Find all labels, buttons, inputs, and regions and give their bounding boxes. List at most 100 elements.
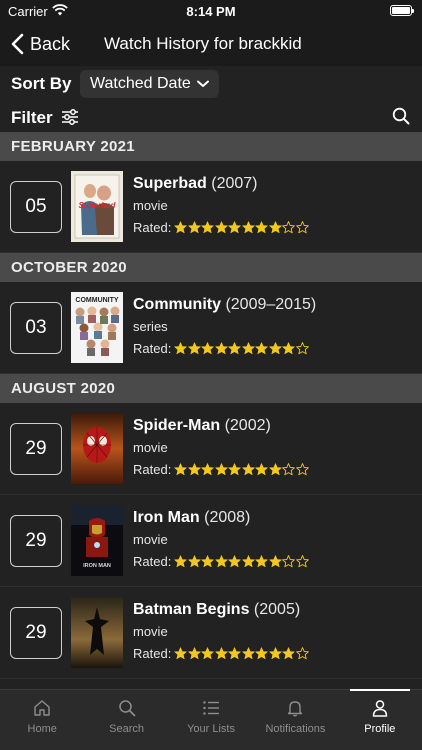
star-filled-icon <box>228 342 242 355</box>
star-filled-icon <box>174 555 188 568</box>
person-icon <box>372 700 388 717</box>
star-filled-icon <box>228 555 242 568</box>
star-empty-icon <box>295 463 309 476</box>
tab-notifications[interactable]: Notifications <box>253 690 337 750</box>
date-box: 29 <box>10 423 62 475</box>
star-filled-icon <box>201 221 215 234</box>
section-header: AUGUST 2020 <box>0 374 422 403</box>
poster-image: IRON MAN <box>71 505 123 576</box>
star-filled-icon <box>215 555 228 568</box>
rating-line: Rated: <box>133 646 309 661</box>
batman-poster-image <box>71 597 123 668</box>
bell-icon <box>288 701 303 717</box>
item-type: movie <box>133 532 168 547</box>
rating-line: Rated: <box>133 220 309 235</box>
rated-label: Rated: <box>133 462 172 477</box>
star-filled-icon <box>188 342 201 355</box>
list-item[interactable]: 03 COMMUNITY Community (2009–2015) serie… <box>0 282 422 374</box>
star-filled-icon <box>255 555 269 568</box>
list-item[interactable]: 29 IRON MAN Iron Man (2008) movie Rated: <box>0 495 422 587</box>
poster-image <box>71 413 123 484</box>
filter-label: Filter <box>11 108 53 127</box>
svg-text:COMMUNITY: COMMUNITY <box>75 297 118 304</box>
rated-label: Rated: <box>133 646 172 661</box>
list-item[interactable]: 29 Spider-Man (2002) movie Rated: <box>0 403 422 495</box>
rating-stars <box>174 342 309 355</box>
star-filled-icon <box>255 221 269 234</box>
date-box: 03 <box>10 302 62 354</box>
filter-sliders-icon[interactable] <box>61 109 79 125</box>
watch-history-list[interactable]: FEBRUARY 2021 05 Superbad Superbad (2007… <box>0 132 422 689</box>
star-filled-icon <box>242 555 255 568</box>
section-header: OCTOBER 2020 <box>0 253 422 282</box>
date-box: 05 <box>10 181 62 233</box>
star-filled-icon <box>269 463 282 476</box>
star-filled-icon <box>188 221 201 234</box>
star-filled-icon <box>188 555 201 568</box>
tab-search[interactable]: Search <box>84 690 168 750</box>
star-filled-icon <box>228 647 242 660</box>
item-year: (2007) <box>211 175 258 192</box>
star-empty-icon <box>295 555 309 568</box>
item-type: movie <box>133 198 168 213</box>
star-filled-icon <box>282 342 296 355</box>
star-filled-icon <box>174 647 188 660</box>
item-title-line: Iron Man (2008) <box>133 509 250 527</box>
star-filled-icon <box>255 342 269 355</box>
rating-line: Rated: <box>133 462 309 477</box>
chevron-down-icon <box>196 80 209 87</box>
item-title: Spider-Man <box>133 417 221 434</box>
item-year: (2002) <box>224 417 271 434</box>
tab-your-lists[interactable]: Your Lists <box>169 690 253 750</box>
item-title: Batman Begins <box>133 601 250 618</box>
list-item[interactable]: 29 Batman Begins (2005) movie Rated: <box>0 587 422 679</box>
star-empty-icon <box>282 555 296 568</box>
svg-text:IRON MAN: IRON MAN <box>83 563 111 569</box>
status-time: 8:14 PM <box>186 4 236 19</box>
svg-text:Superbad: Superbad <box>79 201 117 210</box>
rating-line: Rated: <box>133 554 309 569</box>
tab-home[interactable]: Home <box>0 690 84 750</box>
sort-dropdown[interactable]: Watched Date <box>80 70 219 98</box>
star-filled-icon <box>201 342 215 355</box>
star-filled-icon <box>215 221 228 234</box>
status-bar: Carrier 8:14 PM <box>0 0 422 22</box>
search-icon[interactable] <box>392 107 410 125</box>
rated-label: Rated: <box>133 554 172 569</box>
star-empty-icon <box>295 647 309 660</box>
star-filled-icon <box>282 647 296 660</box>
section-header: FEBRUARY 2021 <box>0 132 422 161</box>
star-empty-icon <box>295 221 309 234</box>
date-box: 29 <box>10 607 62 659</box>
star-filled-icon <box>242 647 255 660</box>
item-title: Iron Man <box>133 509 200 526</box>
item-title-line: Community (2009–2015) <box>133 296 316 314</box>
star-filled-icon <box>269 555 282 568</box>
rating-stars <box>174 221 309 234</box>
list-item[interactable]: 05 Superbad Superbad (2007) movie Rated: <box>0 161 422 253</box>
star-empty-icon <box>282 463 296 476</box>
star-filled-icon <box>242 463 255 476</box>
star-filled-icon <box>255 463 269 476</box>
poster-image: Superbad <box>71 171 123 242</box>
item-title: Community <box>133 296 221 313</box>
rating-line: Rated: <box>133 341 309 356</box>
star-empty-icon <box>282 221 296 234</box>
rating-stars <box>174 555 309 568</box>
item-year: (2008) <box>204 509 251 526</box>
spiderman-poster-image <box>71 413 123 484</box>
tab-bar: Home Search Your Lists Notifications Pro… <box>0 689 422 750</box>
back-button[interactable]: Back <box>10 30 70 58</box>
star-filled-icon <box>242 342 255 355</box>
star-filled-icon <box>201 555 215 568</box>
sort-value: Watched Date <box>90 75 191 92</box>
star-filled-icon <box>228 221 242 234</box>
star-filled-icon <box>201 647 215 660</box>
tab-label: Profile <box>364 723 396 735</box>
poster-image <box>71 597 123 668</box>
item-title-line: Superbad (2007) <box>133 175 258 193</box>
navigation-bar: Back Watch History for brackkid <box>0 22 422 66</box>
star-filled-icon <box>201 463 215 476</box>
battery-icon <box>390 5 414 16</box>
tab-profile[interactable]: Profile <box>338 689 422 750</box>
